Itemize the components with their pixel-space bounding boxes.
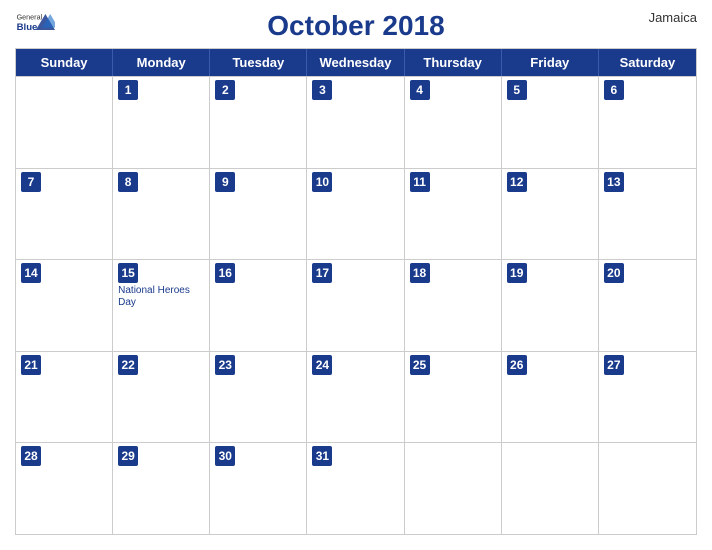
day-number: 4 [410, 80, 430, 100]
day-cell[interactable]: 12 [502, 169, 599, 260]
day-number: 18 [410, 263, 430, 283]
day-number-empty [604, 446, 624, 466]
header-thursday: Thursday [405, 49, 502, 76]
day-cell[interactable]: 18 [405, 260, 502, 351]
day-number: 19 [507, 263, 527, 283]
day-cell[interactable]: 10 [307, 169, 404, 260]
day-number: 5 [507, 80, 527, 100]
day-cell[interactable]: 26 [502, 352, 599, 443]
header-saturday: Saturday [599, 49, 696, 76]
day-cell[interactable]: 3 [307, 77, 404, 168]
day-cell[interactable]: 9 [210, 169, 307, 260]
day-number: 26 [507, 355, 527, 375]
day-number-empty [21, 80, 41, 100]
day-cell[interactable]: 8 [113, 169, 210, 260]
day-number: 20 [604, 263, 624, 283]
day-number: 1 [118, 80, 138, 100]
header-tuesday: Tuesday [210, 49, 307, 76]
day-cell[interactable] [16, 77, 113, 168]
week-row-1: 1 2 3 4 5 6 [16, 76, 696, 168]
day-cell[interactable]: 27 [599, 352, 696, 443]
day-cell[interactable]: 5 [502, 77, 599, 168]
day-number: 7 [21, 172, 41, 192]
day-number: 31 [312, 446, 332, 466]
day-number: 6 [604, 80, 624, 100]
header-friday: Friday [502, 49, 599, 76]
month-title: October 2018 [267, 10, 444, 42]
day-number: 9 [215, 172, 235, 192]
day-cell[interactable]: 1 [113, 77, 210, 168]
day-number: 28 [21, 446, 41, 466]
day-cell[interactable]: 29 [113, 443, 210, 534]
week-row-4: 21 22 23 24 25 26 27 [16, 351, 696, 443]
day-number: 2 [215, 80, 235, 100]
day-number: 14 [21, 263, 41, 283]
day-cell[interactable]: 20 [599, 260, 696, 351]
day-number: 12 [507, 172, 527, 192]
day-cell[interactable]: 28 [16, 443, 113, 534]
day-headers-row: Sunday Monday Tuesday Wednesday Thursday… [16, 49, 696, 76]
day-cell[interactable]: 30 [210, 443, 307, 534]
day-cell[interactable]: 7 [16, 169, 113, 260]
header-monday: Monday [113, 49, 210, 76]
day-cell[interactable]: 25 [405, 352, 502, 443]
day-cell[interactable]: 19 [502, 260, 599, 351]
day-number: 15 [118, 263, 138, 283]
day-cell[interactable]: 31 [307, 443, 404, 534]
day-cell[interactable]: 17 [307, 260, 404, 351]
day-number: 16 [215, 263, 235, 283]
day-cell[interactable]: 11 [405, 169, 502, 260]
holiday-label: National Heroes Day [118, 285, 204, 309]
calendar: Sunday Monday Tuesday Wednesday Thursday… [15, 48, 697, 535]
day-number: 17 [312, 263, 332, 283]
day-cell[interactable]: 2 [210, 77, 307, 168]
svg-text:General: General [17, 13, 43, 22]
day-number: 21 [21, 355, 41, 375]
day-cell[interactable]: 4 [405, 77, 502, 168]
week-row-2: 7 8 9 10 11 12 13 [16, 168, 696, 260]
week-row-5: 28 29 30 31 [16, 442, 696, 534]
country-label: Jamaica [649, 10, 697, 25]
day-number: 25 [410, 355, 430, 375]
day-cell[interactable] [599, 443, 696, 534]
day-number: 23 [215, 355, 235, 375]
day-number: 29 [118, 446, 138, 466]
day-number: 8 [118, 172, 138, 192]
day-number: 3 [312, 80, 332, 100]
svg-text:Blue: Blue [17, 22, 38, 33]
logo: General Blue [15, 10, 55, 38]
day-cell[interactable] [502, 443, 599, 534]
day-number: 11 [410, 172, 430, 192]
day-number: 27 [604, 355, 624, 375]
day-cell[interactable]: 22 [113, 352, 210, 443]
day-number-empty [507, 446, 527, 466]
day-cell[interactable]: 24 [307, 352, 404, 443]
header-wednesday: Wednesday [307, 49, 404, 76]
day-cell[interactable] [405, 443, 502, 534]
day-number: 10 [312, 172, 332, 192]
day-cell[interactable]: 13 [599, 169, 696, 260]
day-cell[interactable]: 14 [16, 260, 113, 351]
day-number: 13 [604, 172, 624, 192]
day-cell[interactable]: 23 [210, 352, 307, 443]
day-number-empty [410, 446, 430, 466]
logo-icon: General Blue [15, 10, 55, 38]
day-cell[interactable]: 15National Heroes Day [113, 260, 210, 351]
day-number: 30 [215, 446, 235, 466]
day-number: 22 [118, 355, 138, 375]
day-cell[interactable]: 21 [16, 352, 113, 443]
header-sunday: Sunday [16, 49, 113, 76]
calendar-body: 123456789101112131415National Heroes Day… [16, 76, 696, 534]
day-number: 24 [312, 355, 332, 375]
calendar-header: General Blue October 2018 Jamaica [15, 10, 697, 42]
day-cell[interactable]: 16 [210, 260, 307, 351]
day-cell[interactable]: 6 [599, 77, 696, 168]
week-row-3: 1415National Heroes Day1617181920 [16, 259, 696, 351]
